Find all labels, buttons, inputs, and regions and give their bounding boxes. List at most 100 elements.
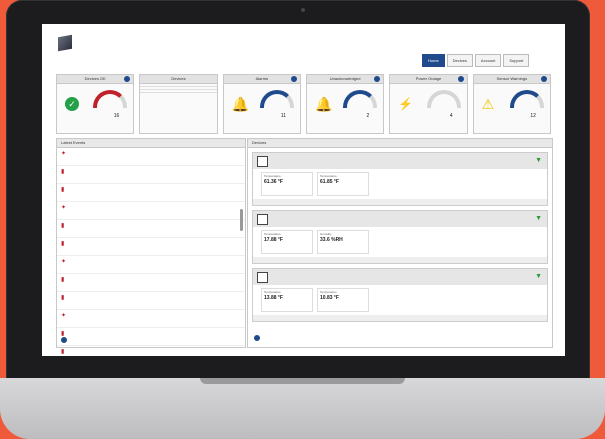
app-screen: Home Devices Account Support Devices OK … [42, 24, 565, 356]
info-icon[interactable] [540, 76, 547, 82]
widget-devices[interactable]: Devices [139, 74, 218, 134]
widget-alarms[interactable]: Alarms 🔔 11 [222, 74, 301, 134]
alarm-icon: ▮ [61, 223, 65, 229]
nav-tab-home[interactable]: Home [422, 54, 445, 67]
measurement-label: Humidity [320, 232, 332, 236]
summary-widgets: Devices OK ✓ 16 Devices Alarms 🔔 11 Unac… [56, 74, 551, 134]
event-item[interactable]: ▮ [57, 166, 245, 184]
event-item[interactable]: ✦ [57, 310, 245, 328]
device-footer [253, 315, 547, 321]
logo-icon [58, 34, 72, 52]
device-footer [253, 199, 547, 205]
widget-unacknowledged[interactable]: Unacknowledged 🔔 2 [305, 74, 385, 134]
widget-power-outage[interactable]: Power Outage ⚡ 4 [389, 74, 468, 134]
alarm-icon: ✦ [61, 313, 67, 319]
alarm-icon: ▮ [61, 277, 65, 283]
nav-tab-devices[interactable]: Devices [446, 54, 473, 67]
widget-title: Power Outage [415, 76, 442, 81]
events-panel: Latest Events ✦▮▮✦▮▮✦▮▮✦▮▮✦▮ [56, 138, 246, 355]
measurement-value: 61.85 °F [320, 179, 339, 185]
device-card[interactable]: ▼ Temperature 13.88 °F Temperature 10.83 °F [252, 268, 548, 322]
widget-value: 12 [530, 113, 536, 119]
event-list: ✦▮▮✦▮▮✦▮▮✦▮▮✦▮ [57, 148, 245, 356]
alarm-icon: ▮ [61, 295, 65, 301]
header: Home Devices Account Support [42, 24, 565, 67]
widget-title: Devices [171, 76, 186, 81]
gauge [509, 90, 544, 108]
signal-icon: ▼ [535, 273, 542, 280]
main-nav: Home Devices Account Support [422, 54, 530, 67]
bell-warning-icon: 🔔 [314, 96, 333, 112]
measurement-label: Temperature [264, 174, 281, 178]
event-item[interactable]: ▮ [57, 220, 245, 238]
widget-value: 4 [449, 113, 453, 119]
widget-title: Alarms [255, 76, 269, 81]
widget-row [140, 90, 217, 93]
widget-title: Devices OK [84, 76, 106, 81]
widget-title: Unacknowledged [329, 76, 361, 81]
alarm-icon: ▮ [61, 241, 65, 247]
measurement: Temperature 17.88 °F [261, 230, 313, 254]
measurement: Temperature 61.85 °F [317, 172, 369, 196]
gauge [93, 90, 128, 108]
device-icon [257, 272, 268, 283]
measurement-label: Temperature [264, 290, 281, 294]
check-icon: ✓ [65, 97, 79, 111]
event-item[interactable]: ▮ [57, 238, 245, 256]
measurement: Humidity 33.6 %RH [317, 230, 369, 254]
event-item[interactable]: ✦ [57, 202, 245, 220]
info-icon[interactable] [457, 76, 464, 82]
measurement-label: Temperature [264, 232, 281, 236]
measurement: Temperature 13.88 °F [261, 288, 313, 312]
alarm-icon: ✦ [61, 151, 67, 157]
add-event-button[interactable] [61, 337, 70, 343]
footer [56, 350, 551, 354]
nav-tab-account[interactable]: Account [474, 54, 502, 67]
device-card[interactable]: ▼ Temperature 61.36 °F Temperature 61.85 °F [252, 152, 548, 206]
widget-devices-ok[interactable]: Devices OK ✓ 16 [56, 74, 135, 134]
bell-icon: 🔔 [231, 96, 250, 112]
gauge [343, 90, 378, 108]
device-icon [257, 156, 268, 167]
widget-value: 2 [366, 113, 370, 119]
gauge [259, 90, 294, 108]
event-item[interactable]: ▮ [57, 184, 245, 202]
panel-title: Devices [248, 139, 552, 148]
screen-frame: Home Devices Account Support Devices OK … [6, 0, 590, 380]
device-icon [257, 214, 268, 225]
measurement-label: Temperature [320, 174, 337, 178]
alarm-icon: ▮ [61, 169, 65, 175]
alarm-icon: ▮ [61, 187, 65, 193]
widget-sensor-warnings[interactable]: Sensor Warnings ⚠ 12 [472, 74, 551, 134]
warning-triangle-icon: ⚠ [481, 96, 495, 112]
measurement-value: 17.88 °F [264, 237, 283, 243]
nav-tab-support[interactable]: Support [503, 54, 530, 67]
device-footer [253, 257, 547, 263]
event-item[interactable]: ▮ [57, 274, 245, 292]
alarm-icon: ✦ [61, 205, 67, 211]
event-item[interactable]: ✦ [57, 148, 245, 166]
measurement: Temperature 61.36 °F [261, 172, 313, 196]
event-item[interactable]: ✦ [57, 256, 245, 274]
gauge [426, 90, 461, 108]
plus-icon [61, 337, 67, 343]
add-device-button[interactable] [254, 335, 263, 341]
scrollbar[interactable] [240, 209, 243, 231]
info-icon[interactable] [124, 76, 131, 82]
measurement-label: Temperature [320, 290, 337, 294]
event-item[interactable]: ▮ [57, 328, 245, 346]
power-outage-icon: ⚡ [398, 97, 414, 111]
alarm-icon: ✦ [61, 259, 67, 265]
device-card[interactable]: ▼ Temperature 17.88 °F Humidity 33.6 %RH [252, 210, 548, 264]
measurement-value: 33.6 %RH [320, 237, 343, 243]
widget-title: Sensor Warnings [496, 76, 528, 81]
info-icon[interactable] [290, 76, 297, 82]
signal-icon: ▼ [535, 215, 542, 222]
device-list: ▼ Temperature 61.36 °F Temperature 61.85 °F ▼… [248, 152, 552, 322]
measurement: Temperature 10.83 °F [317, 288, 369, 312]
measurement-value: 10.83 °F [320, 295, 339, 301]
event-item[interactable]: ▮ [57, 292, 245, 310]
laptop-base [0, 378, 605, 439]
widget-value: 16 [113, 113, 120, 119]
info-icon[interactable] [374, 76, 381, 82]
